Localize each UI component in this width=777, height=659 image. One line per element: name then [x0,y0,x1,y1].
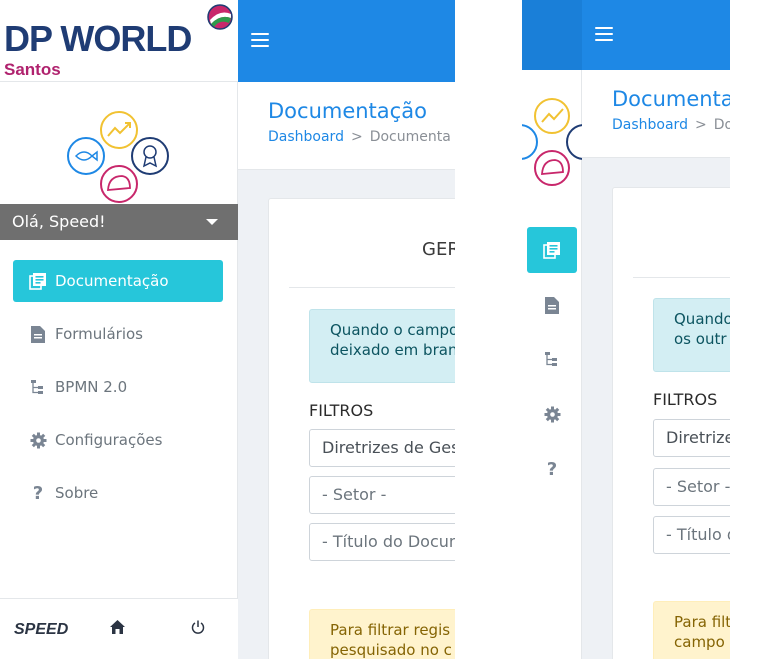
file-icon [29,325,47,343]
page-title: Documentaç [612,87,730,111]
sidebar-item-bpmn[interactable]: BPMN 2.0 [13,366,223,408]
chevron-down-icon [206,219,218,225]
breadcrumb-current: Do [713,117,730,133]
page-title: Documentação [268,99,427,123]
sitemap-icon [545,352,557,366]
topbar [238,0,455,82]
sidebar-item-label: Documentação [55,272,169,290]
breadcrumb: Dashboard > Documenta [268,129,451,145]
user-menu[interactable]: Olá, Speed! [0,204,238,240]
info-alert-line: Quando [674,310,730,328]
breadcrumb-separator-icon: > [350,129,363,145]
brand-globe-icon [207,4,233,30]
mini-nav-documentacao[interactable] [527,227,577,273]
info-alert-line: Quando o campo [330,321,455,339]
breadcrumb-dashboard[interactable]: Dashboard [612,117,688,133]
info-alert-line: deixado em branco [330,341,455,359]
sidebar-item-formularios[interactable]: Formulários [13,313,223,355]
topbar [582,0,730,70]
sidebar-item-label: Configurações [55,431,163,449]
speed-logo: SPEED [14,621,69,638]
divider [289,287,455,288]
sidebar: DP WORLD Santos Olá, Speed! Documentação… [0,0,238,659]
collapsed-layout: ? Documentaç Dashboard > Do Quando os outr… [522,0,730,659]
sidebar-item-documentacao[interactable]: Documentação [13,260,223,302]
warning-alert-line: Para filtrar regis [330,621,451,639]
services-illustration-icon [522,98,582,186]
info-alert: Quando o campo deixado em branco [309,309,455,383]
sidebar-footer: SPEED [0,598,238,659]
mini-brand-logo[interactable] [522,0,582,70]
sidebar-item-label: Formulários [55,325,143,343]
hamburger-menu-icon[interactable] [251,33,269,47]
warning-alert-line: pesquisado no c [330,641,452,659]
mini-nav-formularios[interactable] [527,282,577,328]
documents-card: Quando os outr FILTROS Diretrize - Setor… [612,187,730,659]
breadcrumb-dashboard[interactable]: Dashboard [268,129,344,145]
mini-nav-configuracoes[interactable] [527,391,577,437]
power-icon[interactable] [191,620,205,634]
document-title-input[interactable]: - Título d [653,516,730,554]
brand-logo[interactable]: DP WORLD Santos [0,0,238,82]
mini-nav-sobre[interactable]: ? [527,446,577,492]
gear-icon [544,406,560,422]
question-icon: ? [546,458,558,480]
documents-icon [29,272,47,290]
question-icon: ? [32,482,44,504]
sidebar-item-label: BPMN 2.0 [55,378,128,396]
mini-sidebar: ? [522,0,582,659]
info-alert-line: os outr [674,330,727,348]
document-title-input[interactable]: - Título do Documento [309,523,455,561]
hamburger-menu-icon[interactable] [595,27,613,41]
card-heading: GER [422,239,455,260]
filters-label: FILTROS [653,390,718,409]
expanded-layout: DP WORLD Santos Olá, Speed! Documentação… [0,0,455,659]
breadcrumb-separator-icon: > [694,117,707,133]
sitemap-icon [29,378,47,396]
file-icon [545,296,559,314]
warning-alert-line: campo [674,633,725,651]
divider [633,277,730,278]
user-greeting: Olá, Speed! [12,212,106,231]
warning-alert-line: Para filt [674,613,730,631]
filters-label: FILTROS [309,401,374,420]
page-header: Documentação Dashboard > Documenta [238,82,455,170]
brand-location: Santos [4,60,61,79]
brand-name: DP WORLD [4,18,192,59]
documents-icon [543,242,560,259]
home-icon[interactable] [110,620,125,634]
services-illustration-icon [67,111,169,203]
gear-icon [29,431,47,449]
sidebar-item-label: Sobre [55,484,99,502]
mini-nav-bpmn[interactable] [527,336,577,382]
directive-select[interactable]: Diretrizes de Gestão [309,429,455,467]
directive-select[interactable]: Diretrize [653,419,730,457]
breadcrumb-current: Documenta [369,129,451,145]
breadcrumb: Dashboard > Do [612,117,730,133]
sidebar-item-sobre[interactable]: ? Sobre [13,472,223,514]
sidebar-item-configuracoes[interactable]: Configurações [13,419,223,461]
sector-select[interactable]: - Setor - [309,476,455,514]
warning-alert: Para filtrar regis pesquisado no c [309,609,455,659]
info-alert: Quando os outr [653,298,730,372]
page-header: Documentaç Dashboard > Do [582,70,730,158]
documents-card: GER Quando o campo deixado em branco FIL… [268,198,455,659]
warning-alert: Para filt campo [653,601,730,659]
sector-select[interactable]: - Setor - [653,468,730,506]
